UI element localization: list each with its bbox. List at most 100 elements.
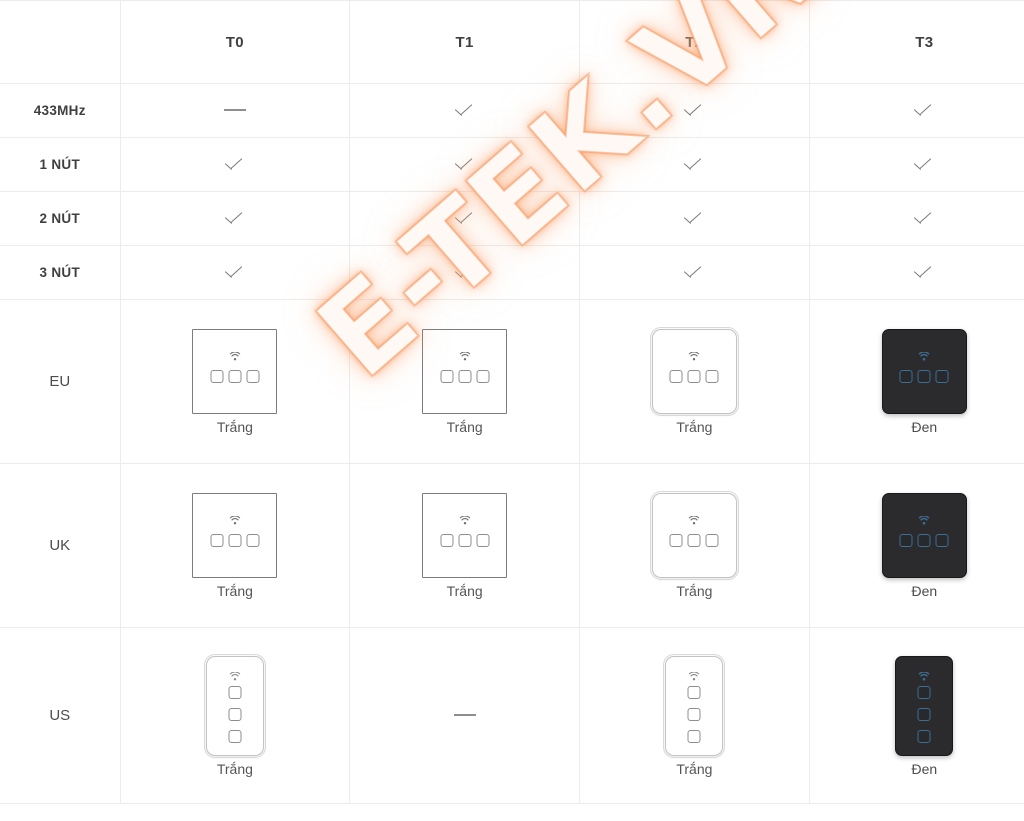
wifi-icon [229,671,241,681]
product-caption: Trắng [676,760,713,777]
switch-button [458,370,472,383]
switch-button [705,534,719,547]
cell-us-t0: Trắng [120,627,351,804]
switch-button [669,534,683,547]
column-header-t2: T2 [579,0,810,84]
cell-1nut-t0 [120,137,351,192]
switch-button [476,534,490,547]
cell-433mhz-t1 [349,83,580,138]
switch-button [669,370,683,383]
table-row: 2 NÚT [0,191,1024,246]
check-icon [455,104,475,115]
switch-button [899,370,913,383]
product-eu-t2: Trắng [580,326,809,434]
product-us-t0: Trắng [121,653,350,776]
check-icon [684,158,704,169]
button-group [669,370,719,383]
switch-button [917,534,931,547]
switch-button [228,707,242,721]
check-icon [684,266,704,277]
cell-2nut-t3 [809,191,1024,246]
switch-button [458,534,472,547]
cell-3nut-t0 [120,245,351,300]
switch-button [687,729,701,743]
wifi-icon [459,516,470,525]
wifi-icon [229,352,241,361]
switch-button [917,729,931,743]
product-caption: Đen [911,583,938,599]
button-group [210,370,260,383]
cell-1nut-t3 [809,137,1024,192]
cell-3nut-t1 [349,245,580,300]
switch-button [687,370,701,383]
button-group [687,685,701,743]
wifi-icon [459,352,470,361]
switch-button [228,370,242,383]
product-us-t2: Trắng [580,653,809,777]
check-icon [684,212,704,223]
table-body: 433MHz 1 NÚT 2 NÚT 3 NÚT EU Trắng Trắng … [0,83,1024,804]
button-group [228,685,242,743]
row-label-2-nut: 2 NÚT [0,191,121,246]
cell-us-t3: Đen [809,627,1024,804]
product-eu-t1: Trắng [350,329,579,434]
cell-eu-t0: Trắng [120,299,351,464]
check-icon [455,158,475,169]
switch-image-uk-t3 [881,493,967,578]
switch-button [935,370,949,383]
switch-button [917,370,931,383]
wifi-icon [689,671,700,681]
button-group [440,534,490,547]
switch-image-eu-t0 [192,329,278,414]
switch-button [917,707,931,721]
wifi-icon [689,352,700,361]
switch-image-uk-t2 [649,490,740,581]
switch-button [440,534,454,547]
switch-image-us-t3 [895,655,954,756]
wifi-icon [229,516,241,525]
wifi-icon [918,352,930,361]
wifi-icon [918,671,930,681]
wifi-icon [918,516,930,525]
product-us-t3: Đen [810,655,1024,777]
check-icon [225,158,245,169]
cell-433mhz-t0 [120,83,351,138]
cell-1nut-t2 [579,137,810,192]
button-group [440,370,490,383]
button-group [210,534,260,547]
row-label-3-nut: 3 NÚT [0,245,121,300]
row-label-us: US [0,627,121,804]
table-row: EU Trắng Trắng Trắng Đen [0,299,1024,464]
row-label-433mhz: 433MHz [0,83,121,138]
check-icon [455,266,475,277]
product-uk-t1: Trắng [350,493,579,598]
button-group [917,685,931,743]
switch-button [917,685,931,699]
switch-button [246,534,260,547]
switch-image-eu-t3 [881,329,967,414]
row-label-uk: UK [0,463,121,628]
table-row: UK Trắng Trắng Trắng Đen [0,463,1024,628]
switch-image-eu-t1 [422,329,508,414]
cell-uk-t3: Đen [809,463,1024,628]
product-caption: Trắng [216,419,253,435]
cell-1nut-t1 [349,137,580,192]
product-caption: Đen [911,419,938,435]
table-header: T0 T1 T2 T3 [0,0,1024,84]
row-label-1-nut: 1 NÚT [0,137,121,192]
check-icon [455,212,475,223]
table-row: 1 NÚT [0,137,1024,192]
cell-2nut-t0 [120,191,351,246]
switch-button [228,729,242,743]
cell-2nut-t2 [579,191,810,246]
row-label-eu: EU [0,299,121,464]
table-row: US Trắng Trắng Đen [0,627,1024,804]
switch-button [246,370,260,383]
check-icon [914,158,934,169]
cell-uk-t0: Trắng [120,463,351,628]
table-row: 433MHz [0,83,1024,138]
cell-433mhz-t2 [579,83,810,138]
product-caption: Đen [911,760,938,777]
header-row: T0 T1 T2 T3 [0,0,1024,84]
check-icon [914,266,934,277]
